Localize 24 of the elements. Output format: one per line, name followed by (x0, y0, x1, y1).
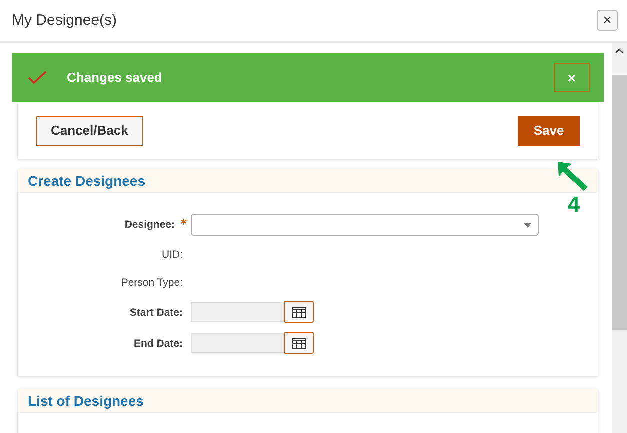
field-label: Designee: (124, 219, 183, 231)
cancel-button[interactable]: Cancel/Back (36, 116, 144, 146)
annotation-arrow-icon (556, 160, 590, 192)
field-label: End Date: (134, 338, 183, 350)
calendar-button[interactable] (284, 332, 314, 354)
panel-title: Create Designees (28, 172, 146, 188)
scroll-up-icon[interactable] (615, 48, 624, 54)
designee-select[interactable] (191, 214, 539, 236)
field-label: Person Type: (121, 277, 183, 289)
calendar-button[interactable] (284, 301, 314, 323)
calendar-icon (292, 306, 306, 318)
check-icon (28, 70, 47, 85)
dropdown-caret-icon (524, 222, 532, 228)
field-label: Start Date: (130, 306, 183, 318)
annotation-number: 4 (568, 192, 580, 218)
save-button[interactable]: Save (518, 116, 580, 146)
panel-title: List of Designees (28, 392, 144, 408)
window-title: My Designee(s) (12, 12, 118, 29)
alert-message: Changes saved (67, 70, 164, 86)
scrollbar[interactable] (612, 43, 627, 433)
required-icon (181, 219, 187, 225)
close-button[interactable]: × (597, 10, 618, 31)
calendar-icon (292, 338, 306, 348)
field-label: UID: (162, 249, 183, 261)
